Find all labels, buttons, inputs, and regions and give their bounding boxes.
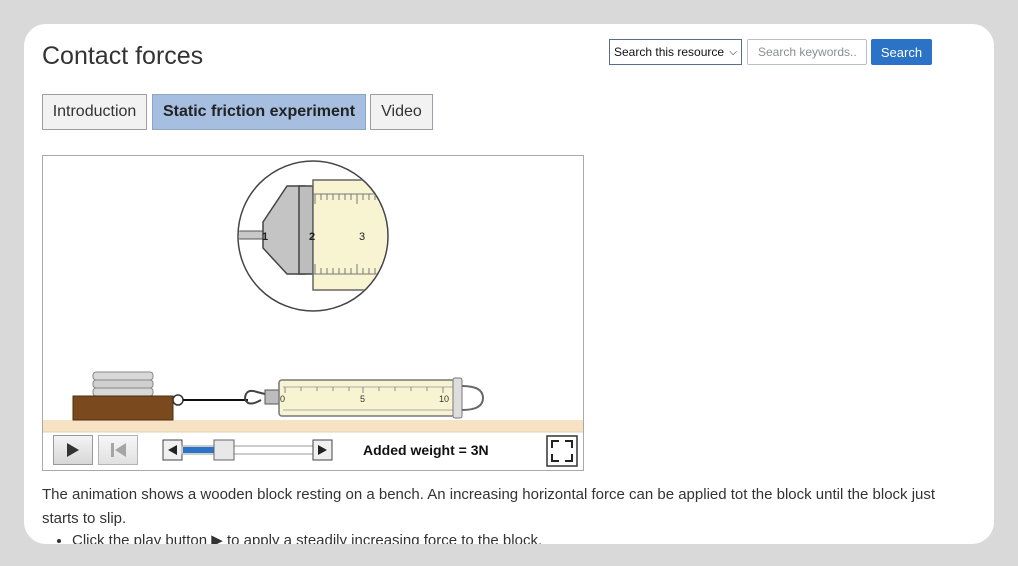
animation-canvas: 1 2 3 0 5 10 (43, 160, 583, 470)
skip-back-icon (110, 443, 114, 457)
fullscreen-button[interactable] (546, 435, 578, 467)
magnifier-view: 1 2 3 (237, 160, 389, 312)
hook (243, 389, 266, 405)
magnifier-tick-1: 1 (262, 231, 268, 243)
slider-thumb[interactable] (213, 439, 235, 461)
tab-video[interactable]: Video (370, 94, 433, 130)
page-title: Contact forces (42, 42, 204, 70)
search-scope-value: Search this resource (614, 45, 725, 59)
scale-tick-0: 0 (280, 394, 285, 404)
play-icon (67, 443, 79, 457)
description-text: The animation shows a wooden block resti… (42, 486, 936, 527)
magnifier-tick-3: 3 (359, 231, 365, 243)
bench (43, 420, 583, 432)
chevron-down-icon: ⌵ (729, 46, 737, 58)
added-weight-label: Added weight = 3N (363, 442, 489, 458)
magnifier-tick-2: 2 (309, 231, 315, 243)
search-scope-select[interactable]: Search this resource ⌵ (609, 39, 742, 65)
hook-ring (172, 394, 184, 406)
play-button[interactable] (53, 435, 93, 465)
skip-back-arrow-icon (114, 443, 126, 457)
rewind-button[interactable] (98, 435, 138, 465)
scale-tick-10: 10 (439, 394, 449, 404)
spring-scale: 0 5 10 (264, 377, 485, 419)
instruction-list: Click the play button ▶ to apply a stead… (42, 529, 972, 544)
tab-static-friction-experiment[interactable]: Static friction experiment (152, 94, 366, 130)
list-item: Click the play button ▶ to apply a stead… (72, 529, 972, 544)
search-input[interactable] (747, 39, 867, 65)
content-card: Contact forces Search this resource ⌵ Se… (24, 24, 994, 544)
scale-tick-5: 5 (360, 394, 365, 404)
wooden-block (72, 371, 174, 421)
tab-introduction[interactable]: Introduction (42, 94, 147, 130)
search-button[interactable]: Search (871, 39, 932, 65)
friction-animation: 1 2 3 0 5 10 Added weight = 3N (42, 155, 584, 471)
